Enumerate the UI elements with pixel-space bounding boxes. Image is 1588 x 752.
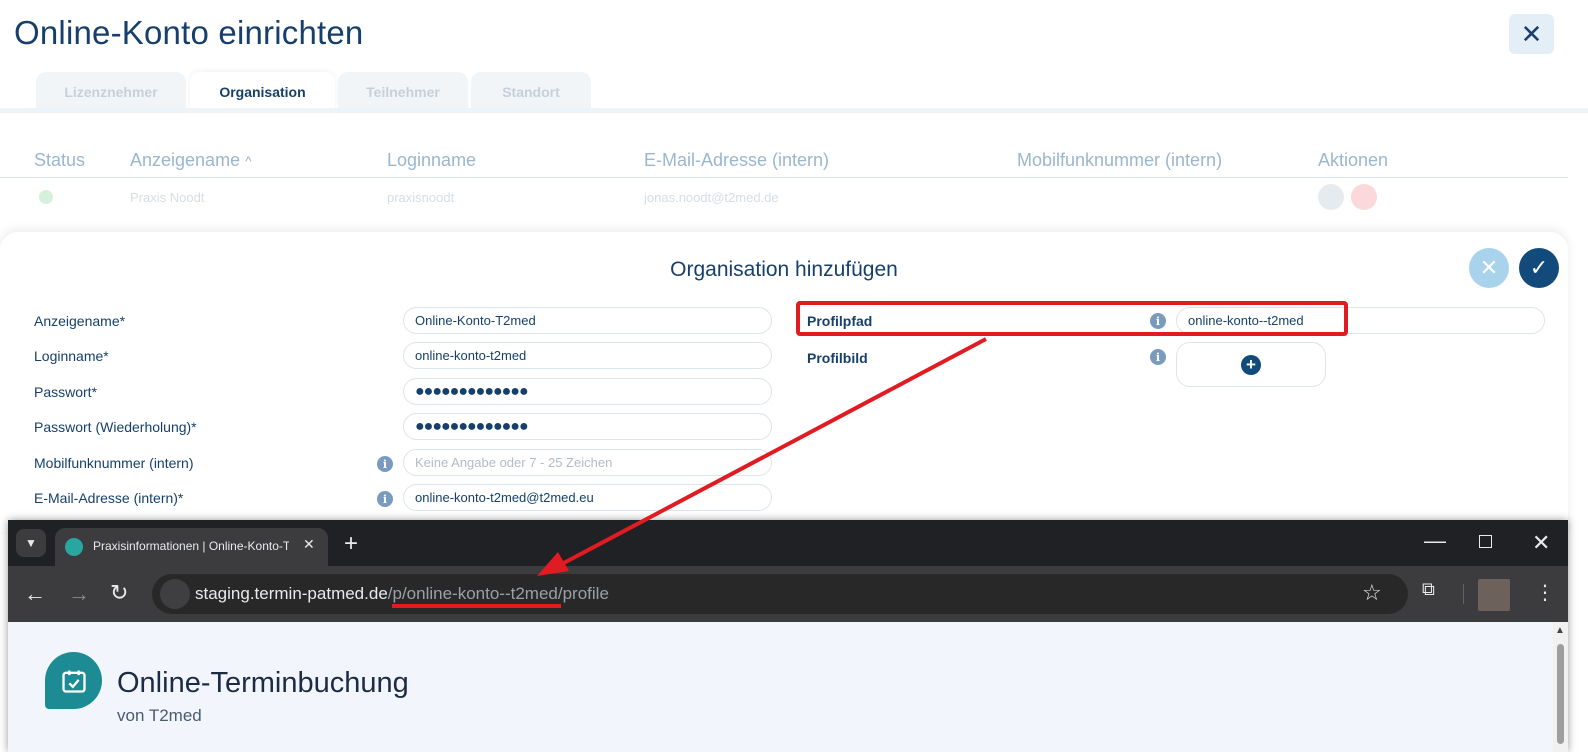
delete-button[interactable] [1351,184,1377,210]
password-mask: ●●●●●●●●●●●●● [415,382,529,400]
window-close-icon[interactable]: ✕ [1532,530,1550,556]
address-bar[interactable]: staging.termin-patmed.de/p/online-konto-… [152,574,1408,614]
highlight-box [796,301,1348,336]
browser-tab-title: Praxisinformationen | Online-Konto-T2med [93,539,289,553]
label-passwort: Passwort* [34,384,98,400]
maximize-icon[interactable] [1479,535,1492,548]
reload-icon[interactable]: ↻ [110,580,128,606]
label-loginname: Loginname* [34,348,109,364]
calendar-check-icon [45,652,102,709]
url-path: /p/online-konto--t2med/profile [387,584,609,603]
grid-divider [0,177,1568,178]
scroll-up-icon[interactable]: ▲ [1555,625,1565,636]
url-host: staging.termin-patmed.de [195,584,388,603]
add-icon: + [1241,354,1261,375]
site-subtitle: von T2med [117,706,202,725]
column-header-email[interactable]: E-Mail-Adresse (intern) [644,150,829,171]
tab-organisation[interactable]: Organisation [190,72,335,112]
scrollbar[interactable]: ▲ [1553,622,1568,752]
label-email: E-Mail-Adresse (intern)* [34,490,184,506]
loginname-input[interactable]: online-konto-t2med [403,342,772,369]
profilbild-upload[interactable]: + [1176,342,1326,387]
column-header-mobil[interactable]: Mobilfunknummer (intern) [1017,150,1222,171]
browser-tab[interactable]: Praxisinformationen | Online-Konto-T2med… [55,528,328,566]
tab-search-button[interactable]: ▼ [16,529,46,557]
site-info-icon[interactable] [160,579,190,609]
label-anzeigename: Anzeigename* [34,313,126,329]
close-icon: ✕ [1479,255,1499,280]
column-header-loginname[interactable]: Loginname [387,150,476,171]
cell-name: Praxis Noodt [130,190,205,205]
password-mask: ●●●●●●●●●●●●● [415,417,529,435]
info-icon[interactable]: i [1150,349,1166,365]
favicon-icon [65,538,83,556]
close-button[interactable]: ✕ [1509,14,1554,54]
bookmark-star-icon[interactable]: ☆ [1362,580,1382,606]
label-passwort-wiederholung: Passwort (Wiederholung)* [34,419,197,435]
page-content: Online-Terminbuchung von T2med [8,622,1553,752]
modal-title: Organisation hinzufügen [670,258,898,281]
chevron-down-icon: ▼ [25,536,37,550]
label-mobil: Mobilfunknummer (intern) [34,455,194,471]
tab-divider [0,108,1588,113]
mobil-input[interactable]: Keine Angabe oder 7 - 25 Zeichen [403,449,772,476]
cell-login: praxisnoodt [387,190,455,205]
confirm-button[interactable]: ✓ [1519,248,1559,288]
close-icon: ✕ [1520,18,1543,49]
info-icon[interactable]: i [377,491,393,507]
toolbar-divider [1463,584,1464,604]
close-icon[interactable]: ✕ [303,536,315,553]
edit-button[interactable] [1318,184,1344,210]
tab-bar: Lizenznehmer Organisation Teilnehmer Sta… [0,72,1588,112]
info-icon[interactable]: i [377,456,393,472]
url-highlight-underline [392,604,561,608]
anzeigename-input[interactable]: Online-Konto-T2med [403,307,772,334]
status-dot [39,190,53,204]
label-profilbild: Profilbild [807,350,868,366]
minimize-icon[interactable]: — [1424,528,1446,554]
browser-tabstrip: ▼ Praxisinformationen | Online-Konto-T2m… [8,520,1568,566]
cancel-button[interactable]: ✕ [1469,248,1509,288]
site-title: Online-Terminbuchung [117,667,409,699]
tab-teilnehmer[interactable]: Teilnehmer [338,72,468,112]
url-text: staging.termin-patmed.de/p/online-konto-… [195,584,609,604]
page-title: Online-Konto einrichten [14,14,364,51]
column-header-aktionen: Aktionen [1318,150,1389,170]
sort-asc-icon: ^ [245,153,252,169]
browser-toolbar: ← → ↻ staging.termin-patmed.de/p/online-… [8,566,1568,622]
column-header-status[interactable]: Status [34,150,85,171]
new-tab-button[interactable]: + [344,530,358,558]
tab-lizenznehmer[interactable]: Lizenznehmer [36,72,186,112]
scroll-thumb[interactable] [1557,644,1564,744]
more-options-icon[interactable]: ⋮ [1535,580,1555,605]
tab-standort[interactable]: Standort [471,72,591,112]
checkmark-icon: ✓ [1529,255,1549,280]
browser-window: ▼ Praxisinformationen | Online-Konto-T2m… [8,520,1568,752]
column-header-anzeigename[interactable]: Anzeigename ^ [130,150,252,171]
avatar[interactable] [1478,579,1510,611]
passwort-input[interactable]: ●●●●●●●●●●●●● [403,378,772,405]
back-arrow-icon[interactable]: ← [24,581,46,607]
email-input[interactable]: online-konto-t2med@t2med.eu [403,484,772,511]
passwort-wiederholung-input[interactable]: ●●●●●●●●●●●●● [403,413,772,440]
extensions-icon[interactable]: ⧉ [1422,579,1435,600]
column-header-label: Anzeigename [130,150,241,170]
forward-arrow-icon[interactable]: → [68,581,90,607]
cell-email: jonas.noodt@t2med.de [644,190,779,205]
